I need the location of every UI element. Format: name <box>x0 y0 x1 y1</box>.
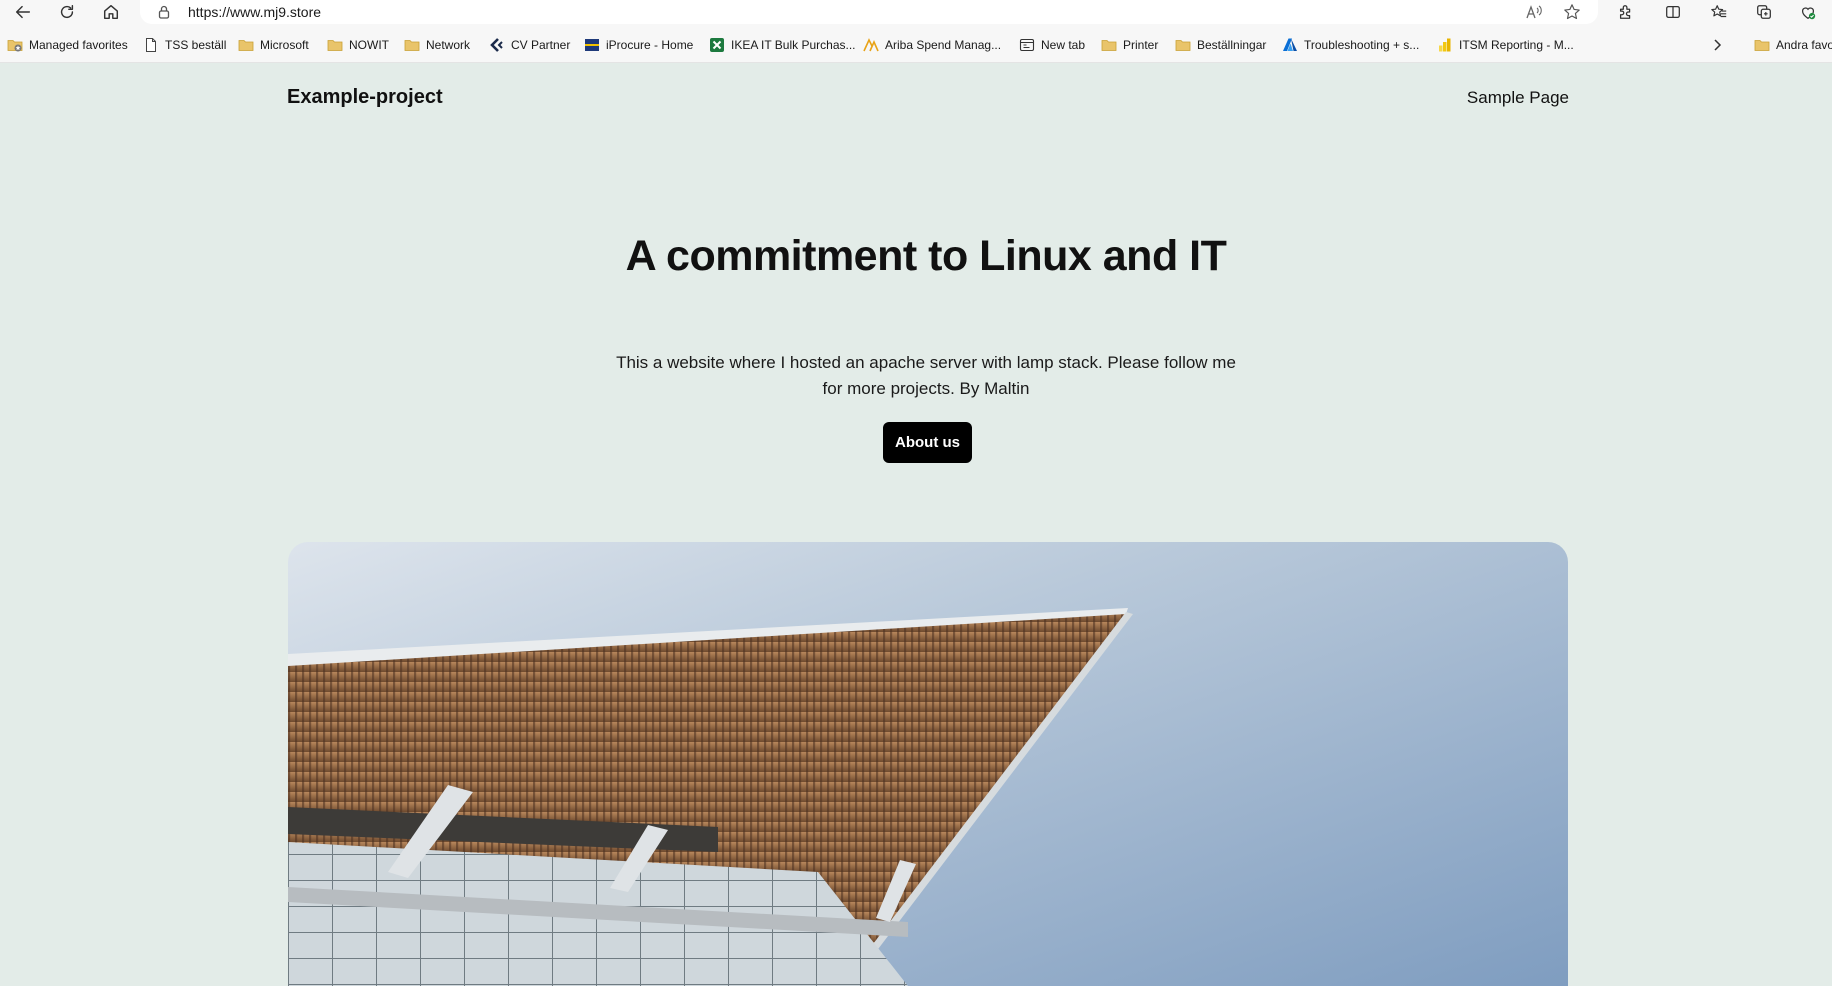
nav-sample-page[interactable]: Sample Page <box>1467 88 1569 108</box>
favorite-managed-favorites[interactable]: Managed favorites <box>7 36 128 54</box>
folder-icon <box>1754 37 1770 53</box>
new-tab-icon <box>1019 37 1035 53</box>
browser-essentials-icon <box>1801 7 1816 20</box>
site-title[interactable]: Example-project <box>287 86 443 109</box>
hero-image <box>288 542 1568 986</box>
home-icon <box>103 4 119 20</box>
extensions-icon <box>1619 5 1631 19</box>
favorite-printer[interactable]: Printer <box>1101 36 1158 54</box>
collections-icon <box>1757 5 1771 19</box>
collections-button[interactable] <box>1749 0 1779 24</box>
favorite-iprocure-home[interactable]: iProcure - Home <box>584 36 693 54</box>
back-button[interactable] <box>8 0 38 24</box>
url-text[interactable]: https://www.mj9.store <box>188 4 321 20</box>
lock-icon[interactable] <box>156 4 172 20</box>
favorite-cv-partner[interactable]: CV Partner <box>489 36 570 54</box>
about-us-button[interactable]: About us <box>883 422 972 463</box>
favorite-nowit[interactable]: NOWIT <box>327 36 389 54</box>
browser-essentials-button[interactable] <box>1793 0 1823 24</box>
folder-icon <box>1175 37 1191 53</box>
favorites-icon <box>1711 5 1727 18</box>
favorite-microsoft[interactable]: Microsoft <box>238 36 309 54</box>
page-icon <box>143 37 159 53</box>
cv-partner-icon <box>489 37 505 53</box>
folder-icon <box>404 37 420 53</box>
favorite-star-icon <box>1564 4 1580 20</box>
favorite-tss-bestall[interactable]: TSS beställ <box>143 36 226 54</box>
favorites-bar: Managed favorites TSS beställ Microsoft … <box>0 26 1832 63</box>
back-arrow-icon <box>15 5 31 19</box>
favorite-itsm-reporting[interactable]: ITSM Reporting - M... <box>1437 36 1574 54</box>
chevron-right-icon <box>1709 37 1725 53</box>
address-bar[interactable]: https://www.mj9.store <box>140 0 1598 24</box>
iprocure-icon <box>584 37 600 53</box>
favorite-troubleshooting[interactable]: Troubleshooting + s... <box>1282 36 1419 54</box>
folder-icon <box>238 37 254 53</box>
extensions-button[interactable] <box>1611 0 1641 24</box>
more-favorites-button[interactable] <box>1709 36 1731 54</box>
excel-icon <box>709 37 725 53</box>
refresh-button[interactable] <box>52 0 82 24</box>
azure-icon <box>1282 37 1298 53</box>
power-bi-icon <box>1437 37 1453 53</box>
favorite-new-tab[interactable]: New tab <box>1019 36 1085 54</box>
favorites-button[interactable] <box>1704 0 1734 24</box>
read-aloud-icon <box>1526 5 1542 19</box>
favorite-button[interactable] <box>1560 2 1584 22</box>
browser-toolbar: https://www.mj9.store <box>0 0 1832 26</box>
favorite-ariba-spend[interactable]: Ariba Spend Manag... <box>863 36 1001 54</box>
read-aloud-button[interactable] <box>1522 2 1546 22</box>
favorite-other-favorites[interactable]: Andra favo <box>1754 36 1832 54</box>
hero-subtext: This a website where I hosted an apache … <box>616 353 1236 398</box>
folder-icon <box>7 37 23 53</box>
favorite-network[interactable]: Network <box>404 36 470 54</box>
split-screen-button[interactable] <box>1658 0 1688 24</box>
building-canopy-photo <box>288 542 1568 986</box>
hero-heading: A commitment to Linux and IT <box>625 232 1227 280</box>
folder-icon <box>327 37 343 53</box>
home-button[interactable] <box>96 0 126 24</box>
favorite-bestallningar[interactable]: Beställningar <box>1175 36 1266 54</box>
refresh-icon <box>60 4 74 19</box>
split-screen-icon <box>1666 5 1680 19</box>
ariba-icon <box>863 37 879 53</box>
folder-icon <box>1101 37 1117 53</box>
favorite-ikea-it-bulk[interactable]: IKEA IT Bulk Purchas... <box>709 36 856 54</box>
